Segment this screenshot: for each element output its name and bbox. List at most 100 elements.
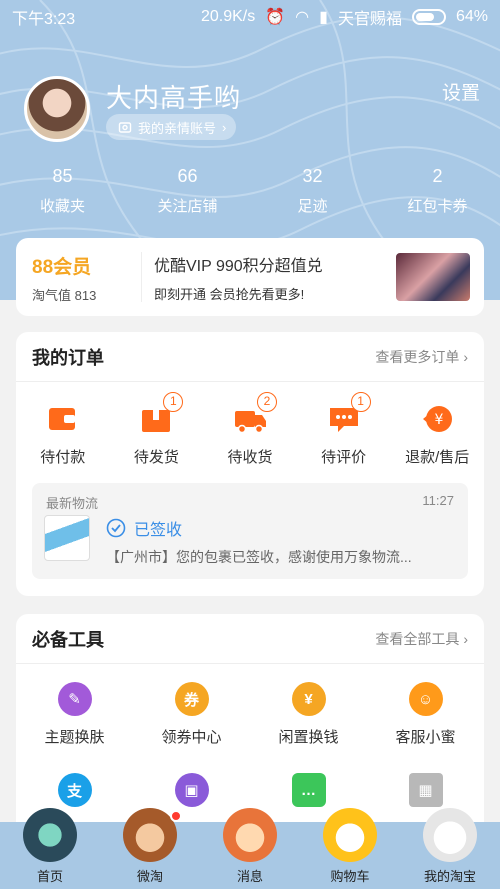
notification-dot	[170, 810, 182, 822]
logistics-status-label: 已签收	[134, 522, 183, 539]
tool-customer-service[interactable]: ☺ 客服小蜜	[367, 682, 484, 747]
order-pending-shipment[interactable]: 1 待发货	[111, 392, 201, 467]
orders-title: 我的订单	[32, 347, 104, 368]
nav-home[interactable]: 首页	[0, 808, 100, 889]
chevron-right-icon: ›	[463, 348, 468, 365]
username: 大内高手哟	[106, 83, 242, 113]
order-refund[interactable]: ¥ 退款/售后	[392, 402, 482, 467]
tool-screen[interactable]: ▣	[133, 773, 250, 807]
tool-message[interactable]: …	[250, 773, 367, 807]
weitao-icon	[123, 808, 177, 862]
battery-icon	[411, 9, 446, 25]
family-account-button[interactable]: 我的亲情账号 ›	[106, 114, 237, 140]
palette-icon: ✎	[57, 682, 92, 716]
vip-promo-desc: 即刻开通 会员抢先看更多!	[154, 286, 305, 302]
wifi-icon: ◠	[295, 9, 310, 26]
stat-label: 收藏夹	[39, 198, 85, 215]
tool-label: 闲置换钱	[278, 729, 339, 746]
package-icon: 1	[139, 392, 184, 436]
home-icon	[23, 808, 77, 862]
logistics-message: 【广州市】您的包裹已签收，感谢使用万象物流...	[106, 549, 412, 565]
order-label: 待付款	[40, 449, 86, 466]
tool-idle-exchange[interactable]: ¥ 闲置换钱	[250, 682, 367, 747]
coupon-icon: 券	[174, 682, 209, 716]
orders-card: 我的订单 查看更多订单 › 待付款 1 待发货 2 待收货 1 待评价 ¥ 退款…	[16, 332, 484, 596]
nav-label: 首页	[36, 869, 63, 884]
stat-footprints[interactable]: 32 足迹	[258, 166, 368, 216]
chevron-right-icon: ›	[222, 119, 227, 135]
chevron-right-icon: ›	[463, 630, 468, 647]
signal-icon: ▮	[319, 9, 328, 26]
fox-icon	[223, 808, 277, 862]
stat-followed-shops[interactable]: 66 关注店铺	[133, 166, 243, 216]
tools-title: 必备工具	[32, 629, 104, 650]
view-all-tools-link[interactable]: 查看全部工具 ›	[375, 629, 468, 649]
avatar[interactable]	[24, 76, 90, 142]
latest-logistics[interactable]: 最新物流 11:27 已签收 【广州市】您的包裹已签收，感谢使用万象物流...	[32, 483, 468, 579]
order-pending-review[interactable]: 1 待评价	[299, 392, 389, 467]
logistics-heading: 最新物流	[46, 496, 99, 511]
chat-icon: …	[291, 773, 326, 807]
status-bar: 下午3:23 20.9K/s ⏰ ◠ ▮ 天官赐福 64%	[0, 0, 500, 34]
tool-alipay[interactable]: 支	[16, 773, 133, 807]
tool-label: 领券中心	[161, 729, 222, 746]
status-time: 下午3:23	[12, 11, 76, 28]
order-label: 待收货	[227, 449, 273, 466]
tool-label: 主题换肤	[44, 729, 105, 746]
settings-button[interactable]: 设置	[442, 78, 480, 105]
order-badge: 1	[350, 392, 371, 412]
nav-weitao[interactable]: 微淘	[100, 808, 200, 889]
tool-theme-skin[interactable]: ✎ 主题换肤	[16, 682, 133, 747]
order-pending-payment[interactable]: 待付款	[18, 402, 108, 467]
promo-image[interactable]	[396, 253, 470, 301]
order-label: 待发货	[133, 449, 179, 466]
logistics-time: 11:27	[422, 493, 454, 508]
order-badge: 1	[163, 392, 184, 412]
nav-messages[interactable]: 消息	[200, 808, 300, 889]
tool-more[interactable]: ▦	[367, 773, 484, 807]
orders-header: 我的订单 查看更多订单 ›	[16, 332, 484, 382]
stat-value: 2	[432, 166, 443, 186]
tool-coupon-center[interactable]: 券 领券中心	[133, 682, 250, 747]
vip-promo-title: 优酷VIP 990积分超值兑	[154, 257, 323, 275]
view-more-orders-label: 查看更多订单	[375, 348, 460, 365]
nav-my-taobao[interactable]: 我的淘宝	[400, 808, 500, 889]
stat-label: 足迹	[297, 198, 328, 215]
logistics-status: 已签收	[106, 516, 182, 540]
family-icon	[118, 122, 132, 133]
wallet-icon	[46, 402, 80, 436]
tools-header: 必备工具 查看全部工具 ›	[16, 614, 484, 664]
order-status-row: 待付款 1 待发货 2 待收货 1 待评价 ¥ 退款/售后	[16, 382, 484, 467]
vip-points: 淘气值 813	[32, 288, 97, 303]
refund-icon: ¥	[420, 402, 454, 436]
vip-title: 88会员	[32, 257, 92, 278]
family-account-label: 我的亲情账号	[138, 120, 217, 136]
product-thumbnail	[44, 515, 90, 561]
vip-promo[interactable]: 优酷VIP 990积分超值兑 即刻开通 会员抢先看更多!	[142, 252, 396, 303]
view-more-orders-link[interactable]: 查看更多订单 ›	[375, 347, 468, 367]
status-right: 20.9K/s ⏰ ◠ ▮ 天官赐福 64%	[201, 5, 488, 29]
vip-card[interactable]: 88会员 淘气值 813 优酷VIP 990积分超值兑 即刻开通 会员抢先看更多…	[16, 238, 484, 316]
order-label: 待评价	[321, 449, 367, 466]
grid-icon: ▦	[408, 773, 443, 807]
yen-coin-icon: ¥	[291, 682, 326, 716]
alipay-icon: 支	[57, 773, 92, 807]
nav-label: 我的淘宝	[423, 869, 476, 884]
vip-membership[interactable]: 88会员 淘气值 813	[16, 252, 142, 303]
order-pending-receipt[interactable]: 2 待收货	[205, 392, 295, 467]
network-speed: 20.9K/s	[200, 8, 256, 25]
stat-coupons[interactable]: 2 红包卡券	[383, 166, 493, 216]
nav-cart[interactable]: 购物车	[300, 808, 400, 889]
chick-icon	[323, 808, 377, 862]
screen-icon: ▣	[174, 773, 209, 807]
svg-text:¥: ¥	[435, 412, 444, 428]
stat-favorites[interactable]: 85 收藏夹	[8, 166, 118, 216]
bee-icon: ☺	[408, 682, 443, 716]
nav-label: 购物车	[330, 869, 370, 884]
nav-label: 微淘	[136, 869, 163, 884]
tool-label: 客服小蜜	[395, 729, 456, 746]
battery-level: 64%	[455, 8, 488, 25]
stat-label: 红包卡券	[407, 198, 468, 215]
stat-label: 关注店铺	[157, 198, 218, 215]
truck-icon: 2	[233, 392, 277, 436]
